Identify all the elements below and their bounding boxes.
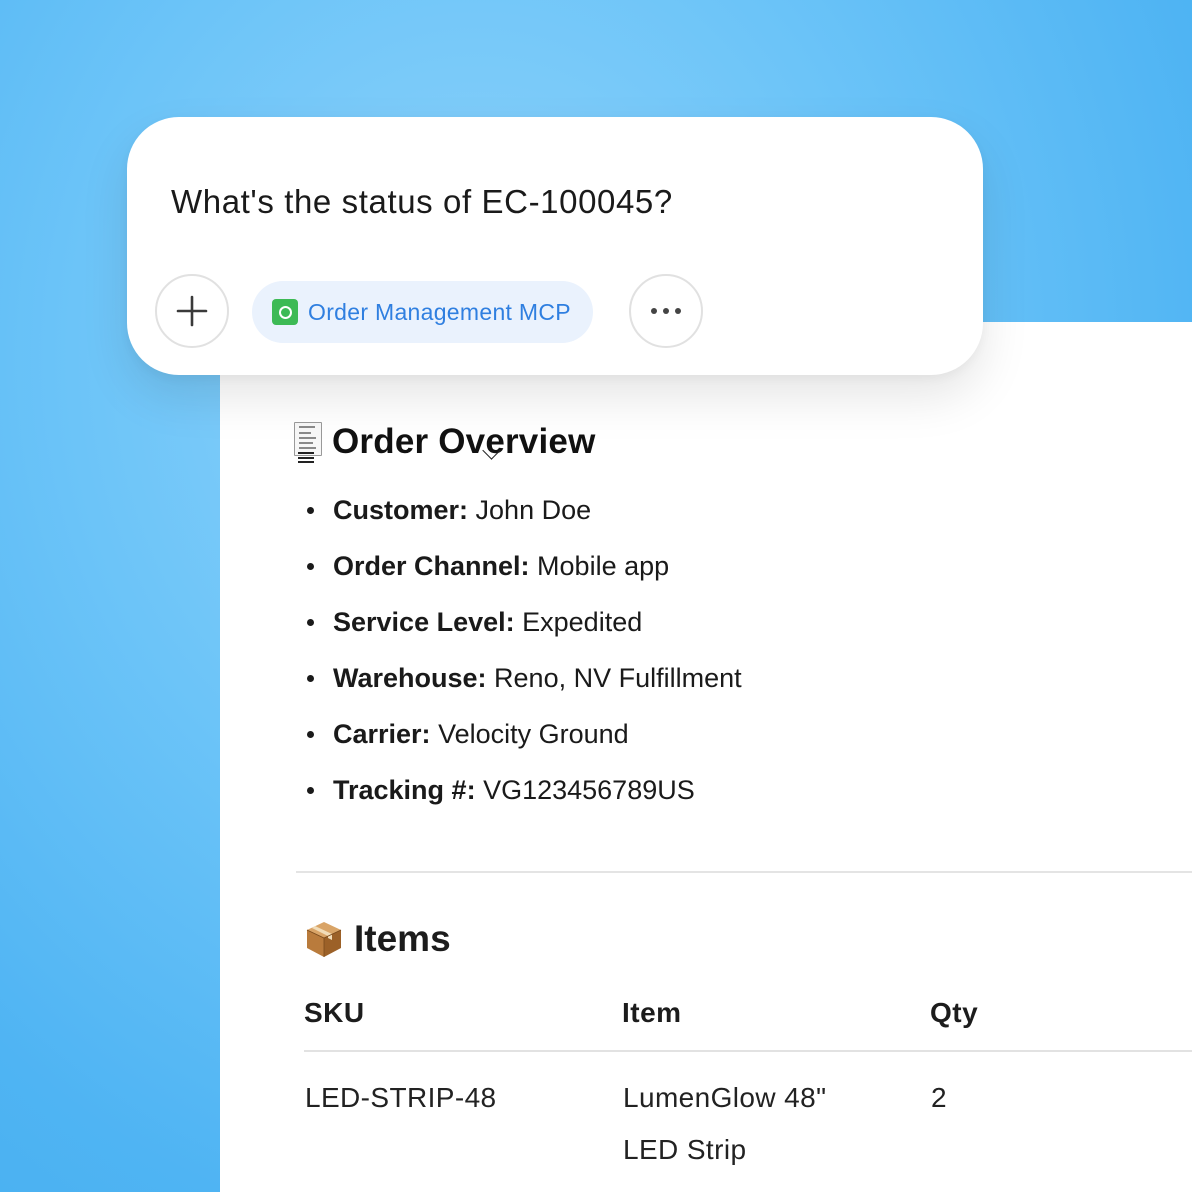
field-label: Order Channel: (333, 551, 530, 581)
section-divider (296, 871, 1192, 873)
overview-field-order-channel: Order Channel: Mobile app (304, 546, 742, 602)
field-label: Carrier: (333, 719, 431, 749)
more-horizontal-icon (651, 308, 681, 314)
cell-item: LumenGlow 48" LED Strip (622, 1051, 930, 1177)
cell-qty: 2 (931, 1082, 947, 1113)
prompt-input-card: What's the status of EC-100045? Order Ma… (127, 117, 983, 375)
add-button[interactable] (155, 274, 229, 348)
order-overview-list: Customer: John Doe Order Channel: Mobile… (304, 490, 742, 826)
document-content: Order Overview Customer: John Doe Order … (220, 322, 1192, 1192)
package-icon (304, 919, 344, 959)
field-label: Tracking #: (333, 775, 476, 805)
prompt-input[interactable]: What's the status of EC-100045? (171, 183, 673, 221)
field-value: Velocity Ground (438, 719, 629, 749)
items-title: Items (354, 918, 451, 959)
items-heading: Items (304, 918, 451, 960)
plus-icon (176, 295, 208, 327)
overview-field-tracking: Tracking #: VG123456789US (304, 770, 742, 826)
order-status-document: Order Overview Customer: John Doe Order … (220, 322, 1192, 1192)
overview-field-warehouse: Warehouse: Reno, NV Fulfillment (304, 658, 742, 714)
cell-sku: LED-STRIP-48 (305, 1082, 497, 1113)
receipt-icon (292, 420, 322, 464)
order-overview-heading: Order Overview (292, 420, 596, 464)
field-label: Warehouse: (333, 663, 487, 693)
mcp-connector-chip[interactable]: Order Management MCP (252, 281, 593, 343)
field-value: Reno, NV Fulfillment (494, 663, 742, 693)
overview-field-carrier: Carrier: Velocity Ground (304, 714, 742, 770)
item-name: LumenGlow 48" LED Strip (623, 1082, 827, 1165)
overview-field-service-level: Service Level: Expedited (304, 602, 742, 658)
field-label: Customer: (333, 495, 469, 525)
table-row: LED-STRIP-48 LumenGlow 48" LED Strip 2 (304, 1051, 1192, 1177)
column-header-qty: Qty (930, 992, 1192, 1052)
mcp-server-icon (272, 299, 298, 325)
field-value: Mobile app (537, 551, 670, 581)
field-label: Service Level: (333, 607, 515, 637)
field-value: VG123456789US (483, 775, 695, 805)
field-value: John Doe (475, 495, 592, 525)
column-header-sku: SKU (304, 992, 622, 1052)
order-overview-title: Order Overview (332, 422, 596, 461)
items-table: SKU Item Qty LED-STRIP-48 LumenGlow 48" … (304, 992, 1192, 1177)
column-header-item: Item (622, 992, 930, 1052)
table-header-row: SKU Item Qty (304, 992, 1192, 1052)
more-options-button[interactable] (629, 274, 703, 348)
field-value: Expedited (522, 607, 643, 637)
overview-field-customer: Customer: John Doe (304, 490, 742, 546)
mcp-connector-label: Order Management MCP (308, 298, 571, 325)
